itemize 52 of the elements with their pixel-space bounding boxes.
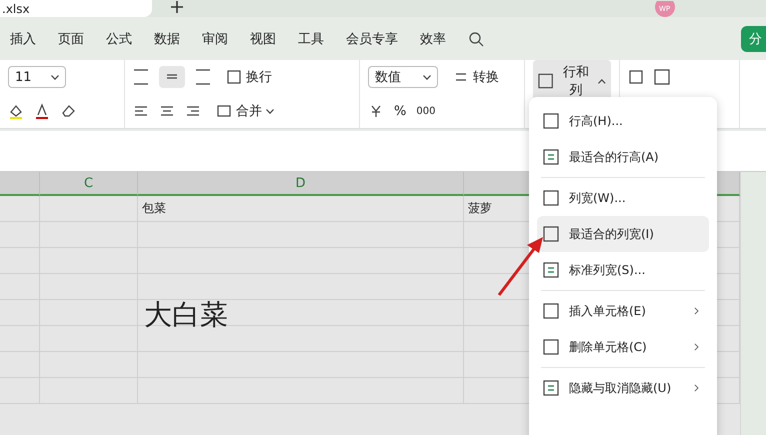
align-bottom-icon xyxy=(195,69,211,85)
eraser-icon xyxy=(60,103,76,119)
format-brush-icon xyxy=(654,69,670,85)
caret-icon xyxy=(423,74,431,80)
menu-item-icon xyxy=(543,190,559,206)
convert-button[interactable]: 转换 xyxy=(448,65,504,89)
wrap-button[interactable]: 换行 xyxy=(221,65,277,89)
menu-tab[interactable]: 页面 xyxy=(48,30,96,48)
menu-tab[interactable]: 插入 xyxy=(0,30,48,48)
caret-icon xyxy=(598,78,606,84)
menu-tab[interactable]: 工具 xyxy=(288,30,336,48)
row-column-icon xyxy=(538,73,554,89)
wrap-icon xyxy=(226,69,242,85)
menu-tab[interactable]: 会员专享 xyxy=(336,30,410,48)
menu-item-icon xyxy=(543,303,559,319)
share-button[interactable]: 分 xyxy=(741,26,766,52)
freeze-icon xyxy=(628,69,644,85)
menu-item[interactable]: 删除单元格(C) xyxy=(537,329,709,365)
menu-tab[interactable]: 公式 xyxy=(96,30,144,48)
menu-tab[interactable]: 数据 xyxy=(144,30,192,48)
cell-text: 大白菜 xyxy=(144,297,228,333)
menu-item-icon xyxy=(543,339,559,355)
menu-item[interactable]: 插入单元格(E) xyxy=(537,293,709,329)
font-size-select[interactable]: 11 xyxy=(8,66,66,88)
merge-icon xyxy=(216,103,232,119)
menu-item[interactable]: 最适合的行高(A) xyxy=(537,139,709,175)
number-format-select[interactable]: 数值 xyxy=(368,66,438,88)
menu-item[interactable]: 行高(H)... xyxy=(537,103,709,139)
caret-icon xyxy=(51,74,59,80)
menu-item-icon xyxy=(543,113,559,129)
menu-tab[interactable]: 效率 xyxy=(410,30,458,48)
menu-item-icon xyxy=(543,226,559,242)
pointer-arrow xyxy=(497,235,545,297)
menu-item[interactable]: 标准列宽(S)... xyxy=(537,252,709,288)
menu-item[interactable]: 隐藏与取消隐藏(U) xyxy=(537,370,709,406)
menu-tab[interactable]: 审阅 xyxy=(192,30,240,48)
table-cell: 包菜 xyxy=(138,196,464,222)
caret-icon xyxy=(266,108,274,114)
merge-button[interactable]: 合并 xyxy=(211,99,279,123)
thousands-button[interactable]: 000 xyxy=(416,106,436,116)
font-color-icon xyxy=(34,103,50,119)
percent-button[interactable]: % xyxy=(394,104,406,118)
menu-item-icon xyxy=(543,380,559,396)
menu-item[interactable]: 最适合的列宽(I) xyxy=(537,216,709,252)
menu-item-icon xyxy=(543,262,559,278)
align-top-icon xyxy=(133,69,149,85)
table-cell xyxy=(0,196,40,222)
fill-color-icon xyxy=(8,103,24,119)
menu-tab[interactable]: 视图 xyxy=(240,30,288,48)
align-middle-button[interactable] xyxy=(159,66,185,88)
file-tab[interactable]: .xlsx xyxy=(0,0,152,17)
menu-item-icon xyxy=(543,149,559,165)
